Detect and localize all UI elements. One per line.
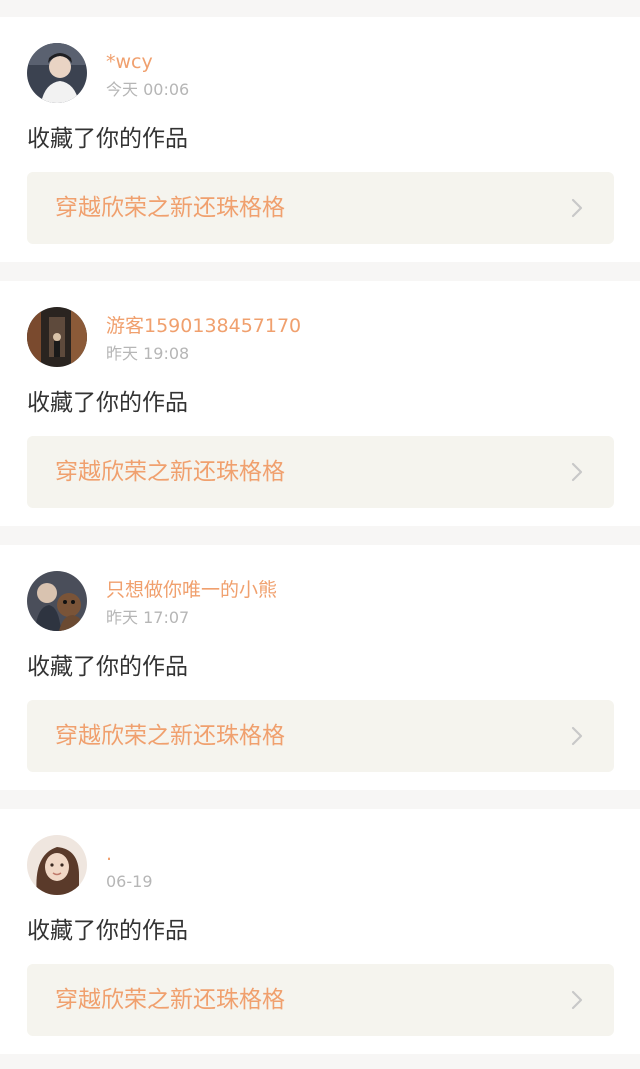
action-text: 收藏了你的作品 bbox=[27, 126, 188, 152]
user-avatar[interactable] bbox=[27, 835, 87, 895]
work-title: 穿越欣荣之新还珠格格 bbox=[55, 195, 285, 221]
work-title: 穿越欣荣之新还珠格格 bbox=[55, 987, 285, 1013]
username[interactable]: 只想做你唯一的小熊 bbox=[106, 578, 277, 602]
action-text: 收藏了你的作品 bbox=[27, 390, 188, 416]
timestamp: 昨天 17:07 bbox=[106, 608, 190, 627]
user-avatar-photo-icon bbox=[27, 43, 87, 103]
notification-feed[interactable]: *wcy 今天 00:06 收藏了你的作品 穿越欣荣之新还珠格格 游客15901… bbox=[0, 0, 640, 1069]
user-avatar-photo-icon bbox=[27, 835, 87, 895]
notification-card: 只想做你唯一的小熊 昨天 17:07 收藏了你的作品 穿越欣荣之新还珠格格 bbox=[0, 545, 640, 790]
work-link[interactable]: 穿越欣荣之新还珠格格 bbox=[27, 964, 614, 1036]
action-text: 收藏了你的作品 bbox=[27, 654, 188, 680]
timestamp: 今天 00:06 bbox=[106, 80, 190, 99]
chevron-right-icon bbox=[566, 989, 588, 1011]
work-link[interactable]: 穿越欣荣之新还珠格格 bbox=[27, 436, 614, 508]
user-avatar[interactable] bbox=[27, 307, 87, 367]
timestamp: 06-19 bbox=[106, 872, 153, 891]
timestamp: 昨天 19:08 bbox=[106, 344, 190, 363]
username[interactable]: 游客1590138457170 bbox=[106, 314, 301, 338]
username[interactable]: . bbox=[106, 842, 112, 866]
notification-card: 游客1590138457170 昨天 19:08 收藏了你的作品 穿越欣荣之新还… bbox=[0, 281, 640, 526]
user-avatar[interactable] bbox=[27, 571, 87, 631]
work-title: 穿越欣荣之新还珠格格 bbox=[55, 459, 285, 485]
work-link[interactable]: 穿越欣荣之新还珠格格 bbox=[27, 700, 614, 772]
notification-card: *wcy 今天 00:06 收藏了你的作品 穿越欣荣之新还珠格格 bbox=[0, 17, 640, 262]
user-avatar-photo-icon bbox=[27, 307, 87, 367]
user-avatar-photo-icon bbox=[27, 571, 87, 631]
work-link[interactable]: 穿越欣荣之新还珠格格 bbox=[27, 172, 614, 244]
chevron-right-icon bbox=[566, 197, 588, 219]
username[interactable]: *wcy bbox=[106, 50, 153, 74]
action-text: 收藏了你的作品 bbox=[27, 918, 188, 944]
work-title: 穿越欣荣之新还珠格格 bbox=[55, 723, 285, 749]
chevron-right-icon bbox=[566, 725, 588, 747]
notification-card: . 06-19 收藏了你的作品 穿越欣荣之新还珠格格 bbox=[0, 809, 640, 1054]
chevron-right-icon bbox=[566, 461, 588, 483]
user-avatar[interactable] bbox=[27, 43, 87, 103]
